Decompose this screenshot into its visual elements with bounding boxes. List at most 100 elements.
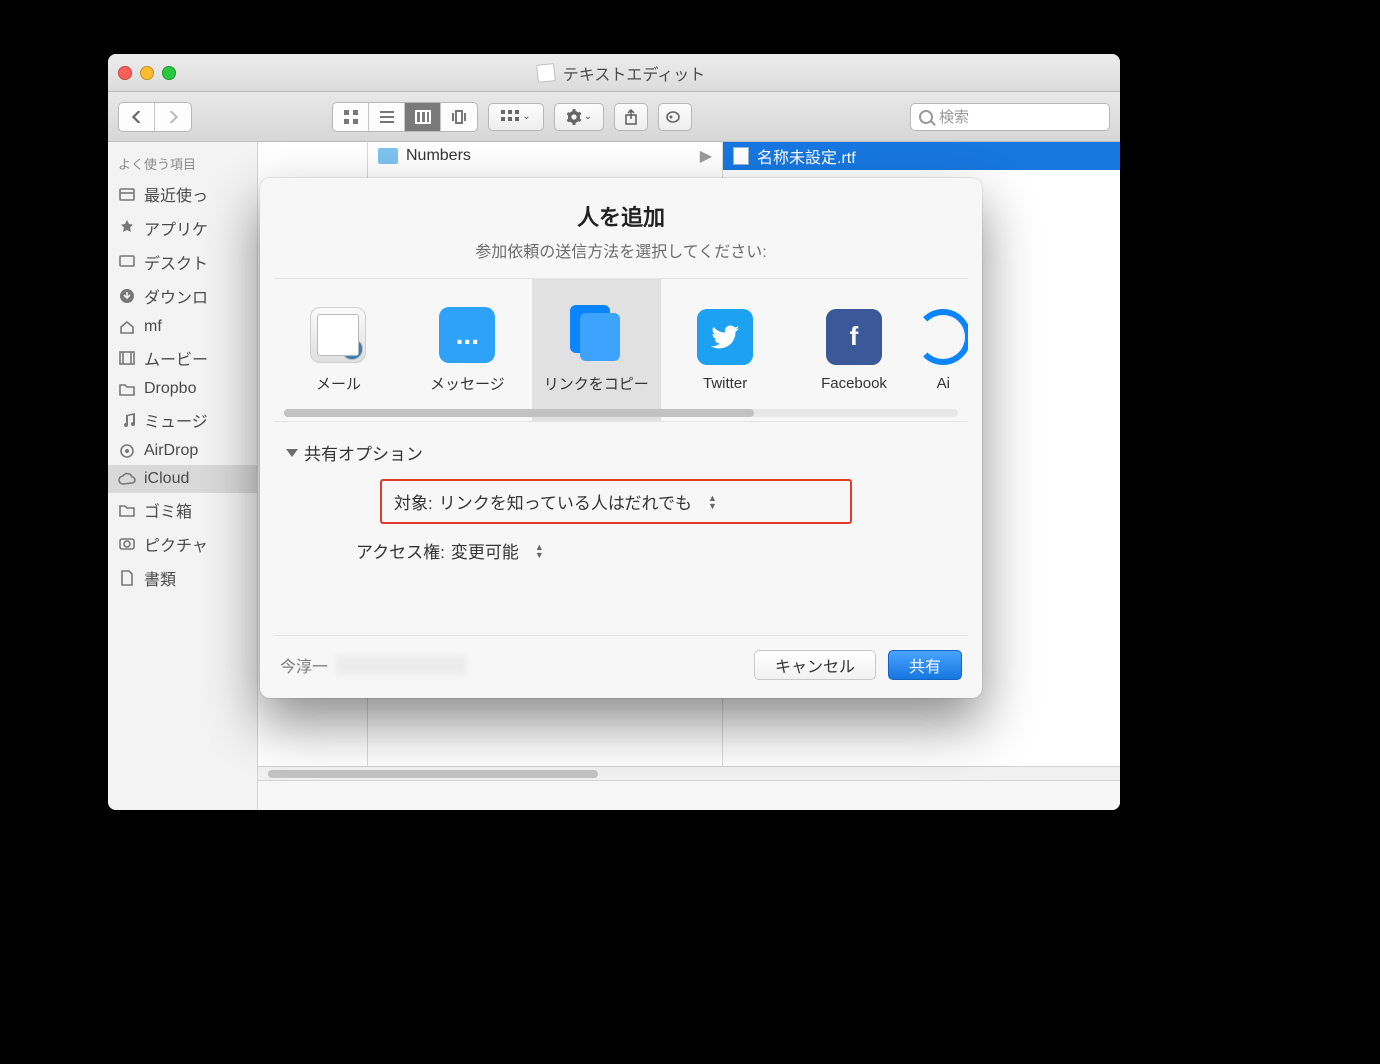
mail-icon xyxy=(310,307,366,363)
document-icon xyxy=(536,63,556,83)
share-method-label: Twitter xyxy=(703,375,747,392)
share-method-list[interactable]: メール メッセージ リンクをコピー Twitter f Facebook xyxy=(274,278,968,422)
desktop-icon xyxy=(118,253,136,271)
cancel-button[interactable]: キャンセル xyxy=(754,650,876,680)
share-options-heading: 共有オプション xyxy=(304,440,423,465)
file-row-rtf[interactable]: 名称未設定.rtf xyxy=(723,142,1120,170)
nav-back-forward[interactable] xyxy=(118,102,192,132)
gallery-view-button[interactable] xyxy=(441,103,477,131)
window-title-text: テキストエディット xyxy=(563,61,705,85)
horizontal-scrollbar[interactable] xyxy=(258,766,1120,780)
share-options: 共有オプション 対象: リンクを知っている人はだれでも ▲▼ アクセス権: 変更… xyxy=(274,440,968,563)
sheet-subtitle: 参加依頼の送信方法を選択してください: xyxy=(274,238,968,262)
sidebar-item-movies[interactable]: ムービー xyxy=(108,341,257,375)
share-method-label: メール xyxy=(316,373,361,394)
twitter-icon xyxy=(697,309,753,365)
pictures-icon xyxy=(118,535,136,553)
airdrop-icon xyxy=(118,442,136,460)
arrange-button[interactable]: ⌄ xyxy=(488,103,544,131)
share-method-label: メッセージ xyxy=(430,373,505,394)
action-button[interactable]: ⌄ xyxy=(554,103,604,131)
share-method-facebook[interactable]: f Facebook xyxy=(790,279,919,421)
folder-icon xyxy=(118,501,136,519)
sidebar-item-pictures[interactable]: ピクチャ xyxy=(108,527,257,561)
minimize-icon[interactable] xyxy=(140,66,154,80)
search-icon xyxy=(919,110,933,124)
applications-icon xyxy=(118,219,136,237)
sheet-footer: 今淳一 キャンセル 共有 xyxy=(274,635,968,684)
chevron-right-icon: ▶ xyxy=(700,146,712,166)
target-value: リンクを知っている人はだれでも xyxy=(439,489,692,514)
forward-button[interactable] xyxy=(155,103,191,131)
file-name: Numbers xyxy=(406,147,471,165)
share-method-label: リンクをコピー xyxy=(544,373,649,394)
sidebar-item-dropbox[interactable]: Dropbo xyxy=(108,375,257,403)
share-options-toggle[interactable]: 共有オプション xyxy=(286,440,968,465)
copy-link-icon xyxy=(568,307,624,363)
icloud-icon xyxy=(118,470,136,488)
access-value: 変更可能 xyxy=(451,538,519,563)
music-icon xyxy=(118,411,136,429)
messages-icon xyxy=(439,307,495,363)
facebook-icon: f xyxy=(826,309,882,365)
share-sheet: 人を追加 参加依頼の送信方法を選択してください: メール メッセージ リンクをコ… xyxy=(260,178,982,698)
sidebar-item-home[interactable]: mf xyxy=(108,313,257,341)
file-name: 名称未設定.rtf xyxy=(757,144,856,168)
target-label: 対象: xyxy=(394,489,433,514)
sidebar-item-downloads[interactable]: ダウンロ xyxy=(108,279,257,313)
sidebar-item-recents[interactable]: 最近使っ xyxy=(108,177,257,211)
share-button[interactable]: 共有 xyxy=(888,650,962,680)
close-icon[interactable] xyxy=(118,66,132,80)
sidebar: よく使う項目 最近使っ アプリケ デスクト ダウンロ mf ムービー Dropb… xyxy=(108,142,258,810)
sidebar-item-music[interactable]: ミュージ xyxy=(108,403,257,437)
documents-icon xyxy=(118,569,136,587)
access-label: アクセス権: xyxy=(356,538,445,563)
column-view-button[interactable] xyxy=(405,103,441,131)
movies-icon xyxy=(118,349,136,367)
titlebar: テキストエディット xyxy=(108,54,1120,92)
path-bar xyxy=(258,780,1120,810)
document-icon xyxy=(733,147,749,165)
folder-icon xyxy=(118,380,136,398)
sidebar-item-documents[interactable]: 書類 xyxy=(108,561,257,595)
sidebar-item-icloud[interactable]: iCloud xyxy=(108,465,257,493)
search-placeholder: 検索 xyxy=(939,106,969,127)
tags-button[interactable] xyxy=(658,103,692,131)
access-select[interactable]: アクセス権: 変更可能 ▲▼ xyxy=(356,538,968,563)
window-title: テキストエディット xyxy=(192,61,1050,85)
home-icon xyxy=(118,318,136,336)
sidebar-item-applications[interactable]: アプリケ xyxy=(108,211,257,245)
sheet-title: 人を追加 xyxy=(274,200,968,232)
footer-redacted xyxy=(336,655,466,675)
share-method-copy-link[interactable]: リンクをコピー xyxy=(532,279,661,421)
share-method-label: Facebook xyxy=(821,375,887,392)
recents-icon xyxy=(118,185,136,203)
share-button[interactable] xyxy=(614,103,648,131)
view-mode-switch[interactable] xyxy=(332,102,478,132)
share-method-mail[interactable]: メール xyxy=(274,279,403,421)
back-button[interactable] xyxy=(119,103,155,131)
footer-user-name: 今淳一 xyxy=(280,653,328,677)
share-method-airdrop[interactable]: Ai xyxy=(918,279,968,421)
toolbar: ⌄ ⌄ 検索 xyxy=(108,92,1120,142)
list-view-button[interactable] xyxy=(369,103,405,131)
dropdown-indicator-icon: ▲▼ xyxy=(708,494,717,510)
sidebar-item-trash[interactable]: ゴミ箱 xyxy=(108,493,257,527)
folder-icon xyxy=(378,148,398,164)
file-row-numbers[interactable]: Numbers ▶ xyxy=(368,142,722,170)
share-method-label: Ai xyxy=(937,375,950,392)
apps-scrollbar[interactable] xyxy=(284,409,958,417)
downloads-icon xyxy=(118,287,136,305)
target-select[interactable]: 対象: リンクを知っている人はだれでも ▲▼ xyxy=(380,479,852,524)
zoom-icon[interactable] xyxy=(162,66,176,80)
traffic-lights xyxy=(118,66,176,80)
airdrop-icon xyxy=(918,309,968,365)
sidebar-item-airdrop[interactable]: AirDrop xyxy=(108,437,257,465)
sidebar-item-desktop[interactable]: デスクト xyxy=(108,245,257,279)
dropdown-indicator-icon: ▲▼ xyxy=(535,543,544,559)
search-field[interactable]: 検索 xyxy=(910,103,1110,131)
share-method-messages[interactable]: メッセージ xyxy=(403,279,532,421)
disclosure-triangle-icon xyxy=(286,449,298,457)
icon-view-button[interactable] xyxy=(333,103,369,131)
share-method-twitter[interactable]: Twitter xyxy=(661,279,790,421)
